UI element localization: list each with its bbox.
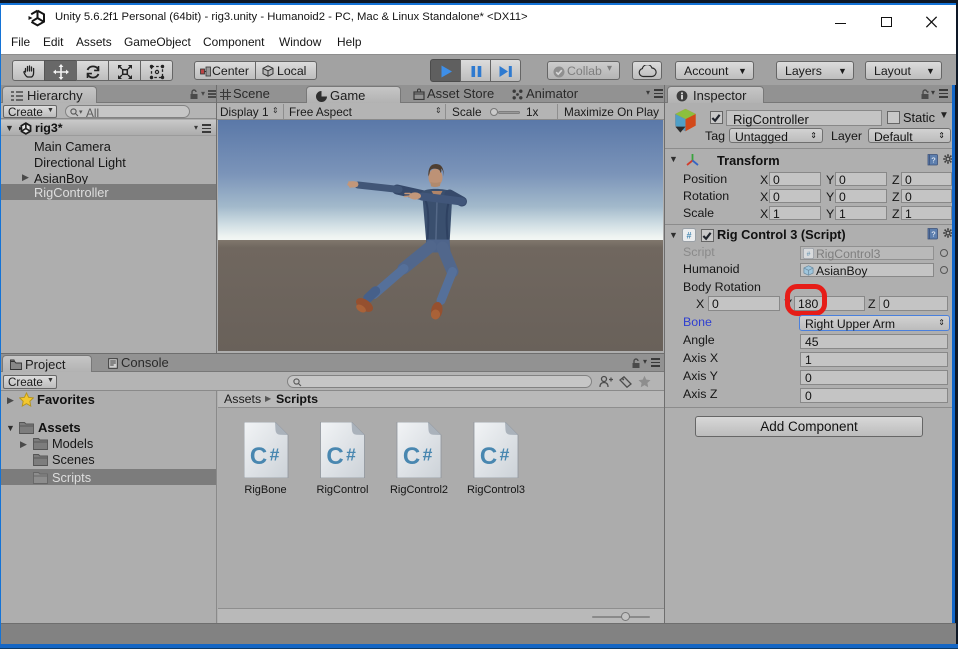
svg-text:?: ? (931, 156, 935, 165)
svg-text:#: # (686, 231, 691, 241)
svg-text:#: # (807, 251, 811, 258)
svg-text:?: ? (931, 230, 935, 239)
